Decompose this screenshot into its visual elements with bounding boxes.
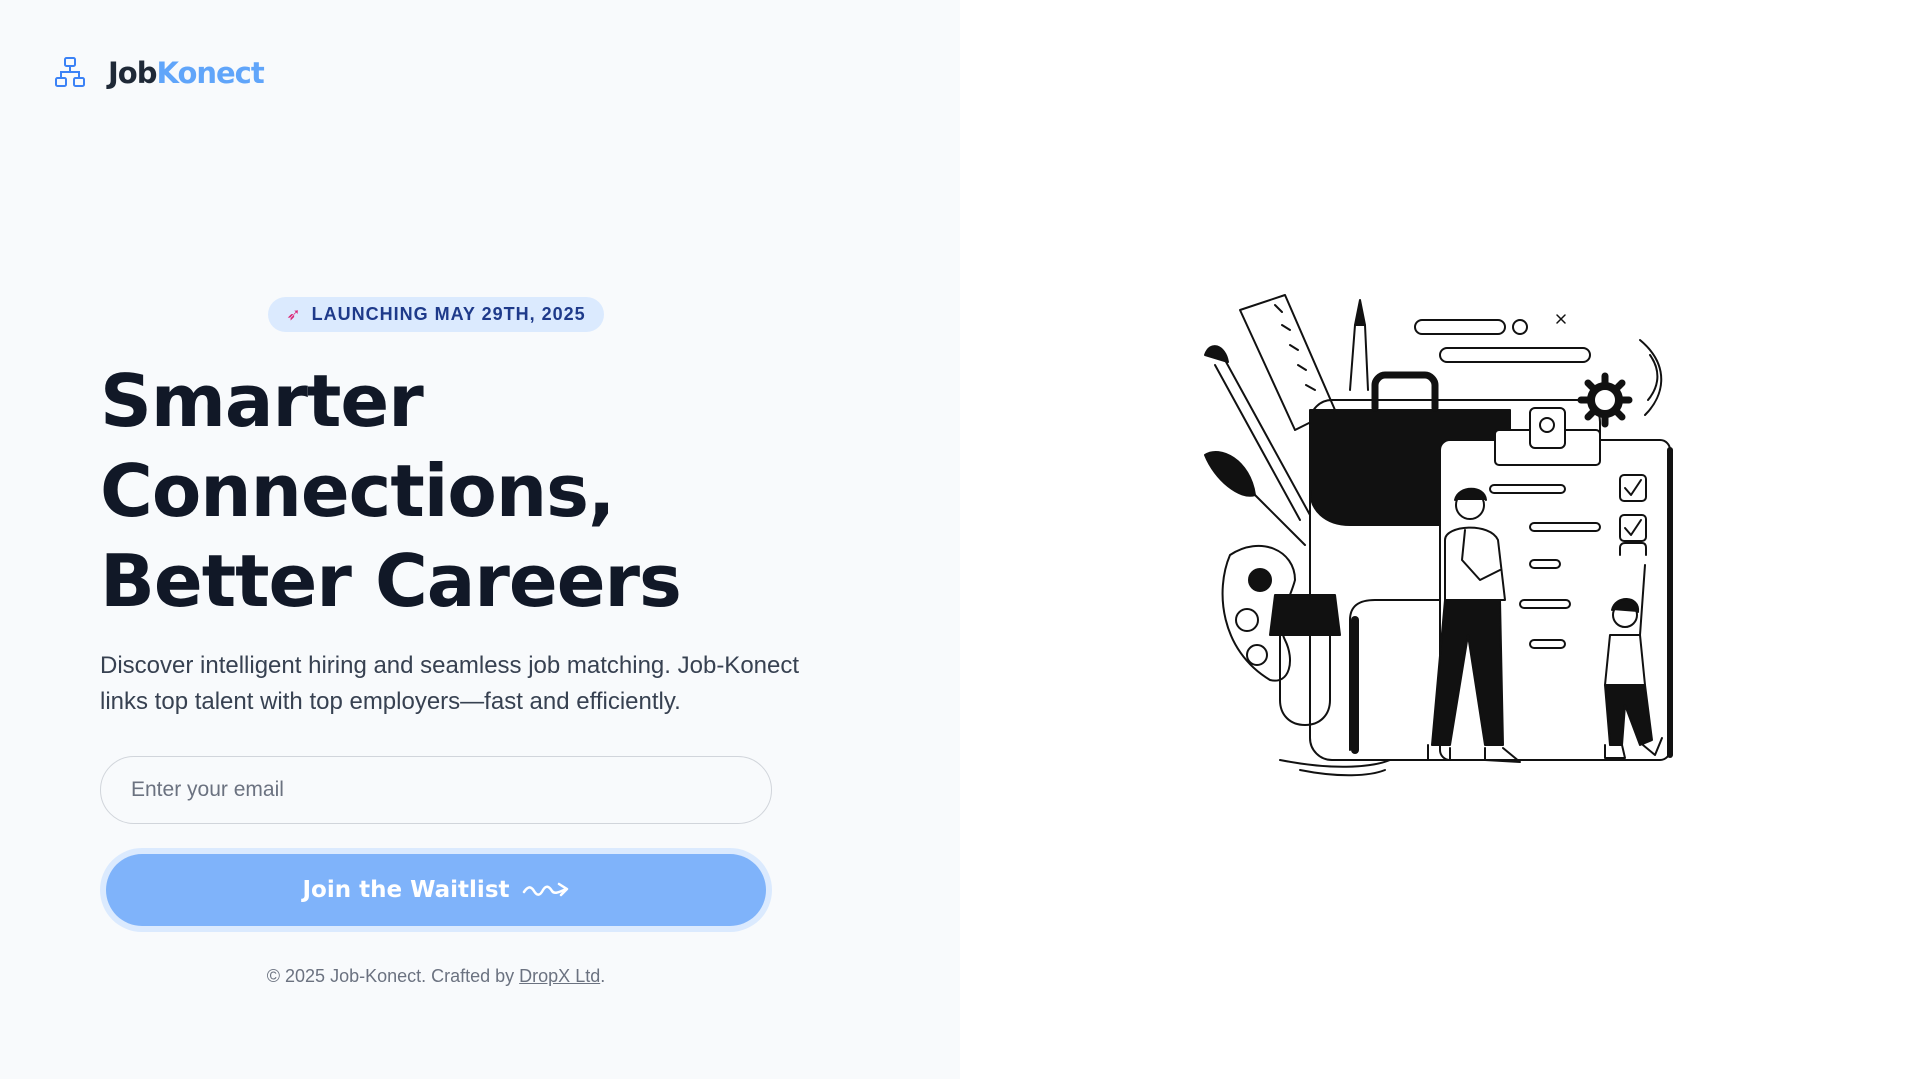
- footer-text: © 2025 Job-Konect. Crafted by: [266, 966, 520, 986]
- headline-line-1: Smarter Connections,: [100, 359, 615, 533]
- waitlist-button-ring: Join the Waitlist: [100, 848, 772, 932]
- left-panel: JobKonect ➶ LAUNCHING MAY 29TH, 2025 Sma…: [0, 0, 960, 1079]
- brand-name: JobKonect: [108, 56, 265, 90]
- join-waitlist-button[interactable]: Join the Waitlist: [106, 854, 766, 926]
- rocket-icon: ➶: [286, 304, 302, 324]
- launch-badge-text: LAUNCHING MAY 29TH, 2025: [311, 304, 586, 324]
- dropx-link[interactable]: DropX Ltd: [519, 966, 600, 986]
- logo[interactable]: JobKonect: [54, 56, 265, 90]
- right-panel: [960, 0, 1919, 1079]
- page-title: Smarter Connections, Better Careers: [100, 356, 880, 626]
- hero-content: ➶ LAUNCHING MAY 29TH, 2025 Smarter Conne…: [100, 297, 880, 987]
- hiring-illustration: [1204, 294, 1673, 777]
- footer-suffix: .: [600, 966, 606, 986]
- subtitle: Discover intelligent hiring and seamless…: [100, 652, 800, 715]
- sitemap-icon: [55, 57, 85, 87]
- headline-line-2: Better Careers: [100, 539, 682, 623]
- join-waitlist-label: Join the Waitlist: [302, 877, 510, 903]
- launch-badge: ➶ LAUNCHING MAY 29TH, 2025: [268, 297, 604, 332]
- email-input[interactable]: [100, 756, 772, 824]
- squiggle-arrow-icon: [522, 882, 568, 897]
- landing-page: JobKonect ➶ LAUNCHING MAY 29TH, 2025 Sma…: [0, 0, 1919, 1079]
- footer-credit: © 2025 Job-Konect. Crafted by DropX Ltd.: [100, 966, 772, 987]
